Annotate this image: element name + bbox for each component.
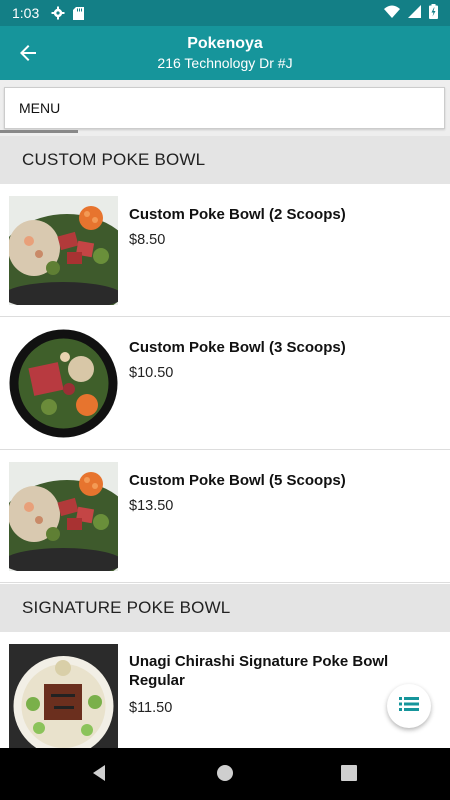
gear-icon: [51, 6, 65, 20]
section-header-signature-poke-bowl: SIGNATURE POKE BOWL: [0, 584, 450, 632]
recents-square-icon[interactable]: [340, 764, 360, 784]
system-nav-bar: [0, 748, 450, 800]
status-bar: 1:03: [0, 0, 450, 26]
home-circle-icon[interactable]: [216, 764, 236, 784]
status-time: 1:03: [12, 5, 40, 21]
page-subtitle: 216 Technology Dr #J: [157, 55, 293, 71]
menu-list-button[interactable]: [387, 684, 431, 728]
item-image: [9, 329, 118, 438]
item-price: $8.50: [129, 232, 166, 248]
menu-item[interactable]: Custom Poke Bowl (5 Scoops) $13.50: [0, 450, 450, 583]
item-name: Custom Poke Bowl (3 Scoops): [129, 339, 346, 356]
back-triangle-icon[interactable]: [90, 764, 110, 784]
item-image: [9, 462, 118, 571]
wifi-icon: [384, 5, 400, 21]
sd-card-icon: [73, 6, 85, 20]
menu-item[interactable]: Custom Poke Bowl (3 Scoops) $10.50: [0, 317, 450, 450]
menu-item[interactable]: Unagi Chirashi Signature Poke Bowl Regul…: [0, 632, 450, 750]
item-price: $11.50: [129, 700, 173, 716]
app-bar-titles: Pokenoya 216 Technology Dr #J: [0, 34, 450, 72]
page-title: Pokenoya: [187, 35, 263, 52]
battery-icon: [429, 4, 438, 22]
tab-indicator: [0, 130, 78, 133]
signal-icon: [408, 5, 421, 21]
tab-menu[interactable]: MENU: [4, 87, 445, 129]
item-image: [9, 644, 118, 750]
section-header-custom-poke-bowl: CUSTOM POKE BOWL: [0, 136, 450, 184]
menu-item[interactable]: Custom Poke Bowl (2 Scoops) $8.50: [0, 184, 450, 317]
list-icon: [399, 696, 419, 717]
item-name: Unagi Chirashi Signature Poke Bowl Regul…: [129, 653, 389, 689]
item-image: [9, 196, 118, 305]
item-name: Custom Poke Bowl (5 Scoops): [129, 472, 346, 489]
tab-bar: MENU: [0, 80, 450, 136]
app-bar: Pokenoya 216 Technology Dr #J: [0, 26, 450, 80]
item-price: $10.50: [129, 365, 174, 381]
item-price: $13.50: [129, 498, 174, 514]
item-name: Custom Poke Bowl (2 Scoops): [129, 206, 346, 223]
